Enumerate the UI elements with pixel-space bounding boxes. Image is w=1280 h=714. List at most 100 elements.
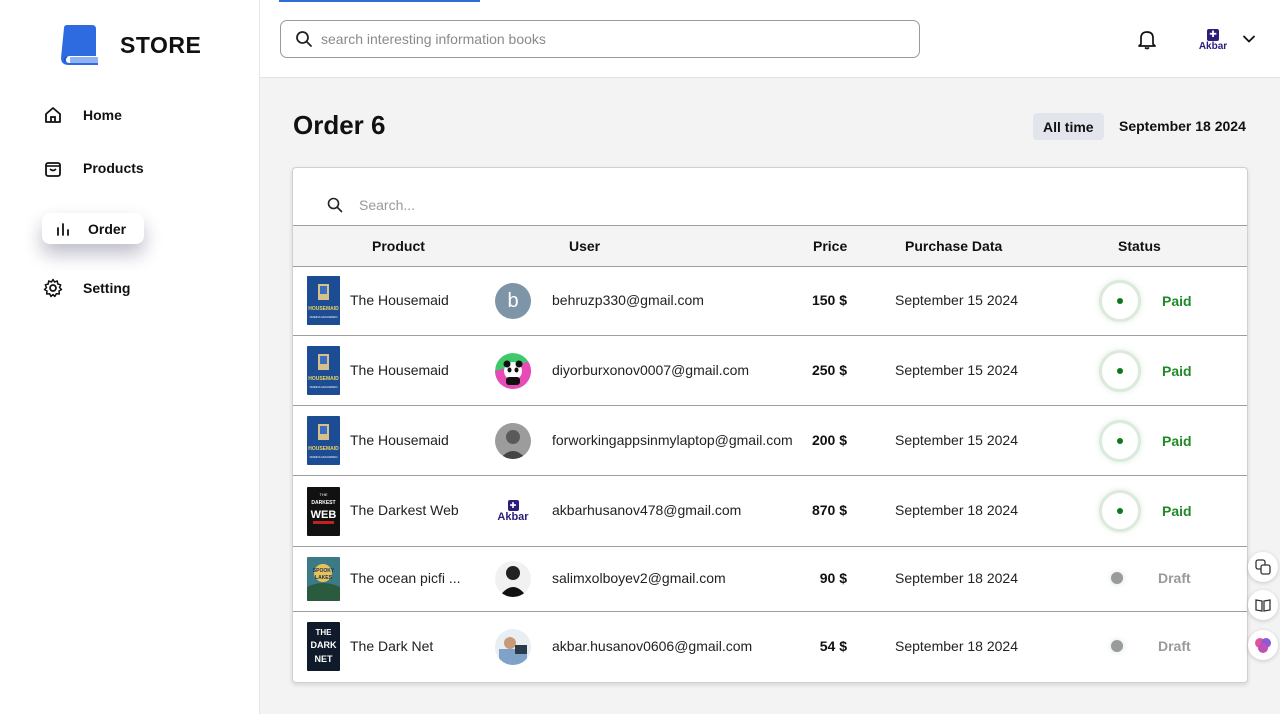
cover-text: HOUSEMAID <box>308 376 339 382</box>
status-dot <box>1117 298 1123 304</box>
column-header-user[interactable]: User <box>569 238 600 254</box>
user-email: diyorburxonov0007@gmail.com <box>552 362 750 378</box>
cover-text: DARKEST <box>311 500 335 506</box>
table-row[interactable]: SPOOKY LAKES The ocean picfi ... salimxol… <box>293 547 1247 612</box>
user-avatar: b <box>495 283 531 319</box>
cover-text: THE <box>320 492 328 497</box>
purchase-date: September 15 2024 <box>895 432 1018 448</box>
column-header-price[interactable]: Price <box>813 238 847 254</box>
column-header-product[interactable]: Product <box>372 238 425 254</box>
translate-icon[interactable] <box>1248 552 1278 582</box>
user-avatar-photo <box>495 629 531 665</box>
cover-text: NET <box>315 654 334 664</box>
table-row[interactable]: THE DARKEST WEB The Darkest Web ✚ Akbar ak… <box>293 476 1247 547</box>
sidebar-item-order[interactable]: Order <box>42 213 144 244</box>
status-dot <box>1117 508 1123 514</box>
topbar: ✚ Akbar <box>260 0 1280 78</box>
current-date: September 18 2024 <box>1119 118 1246 134</box>
page-title: Order 6 <box>293 110 386 140</box>
cover-text: FREIDA McFADDEN <box>310 315 338 319</box>
table-header: Product User Price Purchase Data Status <box>293 225 1247 267</box>
bell-icon[interactable] <box>1136 28 1158 50</box>
product-name: The ocean picfi ... <box>350 570 461 586</box>
account-avatar[interactable]: ✚ Akbar <box>1195 22 1231 58</box>
user-email: behruzp330@gmail.com <box>552 292 704 308</box>
price: 200 $ <box>811 432 847 448</box>
status-ring <box>1099 350 1141 392</box>
user-email: akbar.husanov0606@gmail.com <box>552 638 753 654</box>
cover-text: SPOOKY <box>313 568 335 574</box>
book-cover-dark-net: THE DARK NET <box>307 622 340 671</box>
status-label: Paid <box>1162 293 1192 309</box>
cover-text: HOUSEMAID <box>308 446 339 452</box>
global-search[interactable] <box>280 20 920 58</box>
book-cover-darkest-web: THE DARKEST WEB <box>307 487 340 536</box>
table-row[interactable]: THE DARK NET The Dark Net akbar.husanov060… <box>293 612 1247 682</box>
column-header-purchase-data[interactable]: Purchase Data <box>905 238 1002 254</box>
brand-name: STORE <box>120 31 202 58</box>
cover-text: THE <box>316 628 333 637</box>
purchase-date: September 15 2024 <box>895 362 1018 378</box>
product-name: The Housemaid <box>350 432 449 448</box>
status-label: Paid <box>1162 433 1192 449</box>
price: 90 $ <box>819 570 847 586</box>
search-icon <box>327 197 343 213</box>
sidebar-item-label: Setting <box>83 280 131 296</box>
bar-chart-icon <box>52 218 74 240</box>
book-cover-housemaid: HOUSEMAID FREIDA McFADDEN <box>307 416 340 465</box>
book-cover-housemaid: HOUSEMAID FREIDA McFADDEN <box>307 276 340 325</box>
price: 250 $ <box>811 362 847 378</box>
table-search-input[interactable] <box>359 197 759 213</box>
cover-text: DARK <box>311 640 337 650</box>
status-badge: Draft <box>1099 570 1191 586</box>
table-row[interactable]: HOUSEMAID FREIDA McFADDEN The Housemaid d… <box>293 336 1247 406</box>
user-email: akbarhusanov478@gmail.com <box>552 502 742 518</box>
price: 150 $ <box>811 292 847 308</box>
status-dot <box>1117 438 1123 444</box>
reader-book-icon[interactable] <box>1248 590 1278 620</box>
table-row[interactable]: HOUSEMAID FREIDA McFADDEN The Housemaid f… <box>293 406 1247 476</box>
status-label: Paid <box>1162 363 1192 379</box>
price: 870 $ <box>811 502 847 518</box>
sidebar: STORE Home Products Order Setting <box>0 0 260 714</box>
product-name: The Housemaid <box>350 292 449 308</box>
purchase-date: September 15 2024 <box>895 292 1018 308</box>
brand[interactable]: STORE <box>58 24 201 66</box>
sidebar-item-label: Products <box>83 160 144 176</box>
product-name: The Housemaid <box>350 362 449 378</box>
sidebar-item-label: Home <box>83 107 122 123</box>
status-label: Paid <box>1162 503 1192 519</box>
purchase-date: September 18 2024 <box>895 638 1018 654</box>
user-avatar-photo <box>495 561 531 597</box>
cover-text: WEB <box>311 509 337 521</box>
all-time-filter-button[interactable]: All time <box>1033 113 1104 140</box>
user-avatar-akbar: ✚ Akbar <box>495 493 531 529</box>
chevron-down-icon[interactable] <box>1242 32 1256 46</box>
book-cover-spooky-lakes: SPOOKY LAKES <box>307 557 340 601</box>
sidebar-item-products[interactable]: Products <box>42 157 144 179</box>
table-search[interactable] <box>293 168 1247 226</box>
book-logo-icon <box>61 25 98 65</box>
search-input[interactable] <box>321 31 881 47</box>
loading-accent-bar <box>279 0 480 2</box>
akbar-logo-icon: ✚ <box>1207 28 1219 41</box>
user-avatar-panda <box>495 353 531 389</box>
status-ring <box>1099 420 1141 462</box>
shopping-bag-icon <box>42 157 64 179</box>
avatar-logo-text: Akbar <box>1198 40 1228 52</box>
sidebar-item-setting[interactable]: Setting <box>42 277 130 299</box>
home-icon <box>42 104 64 126</box>
cover-text: LAKES <box>315 575 333 581</box>
gear-icon <box>42 277 64 299</box>
status-badge: Draft <box>1099 638 1191 654</box>
sidebar-item-home[interactable]: Home <box>42 104 122 126</box>
book-cover-housemaid: HOUSEMAID FREIDA McFADDEN <box>307 346 340 395</box>
orders-table-card: Product User Price Purchase Data Status … <box>292 167 1248 683</box>
status-badge: Paid <box>1099 490 1192 532</box>
cover-text: FREIDA McFADDEN <box>310 385 338 389</box>
brain-ai-icon[interactable] <box>1248 630 1278 660</box>
column-header-status[interactable]: Status <box>1118 238 1161 254</box>
status-dot <box>1117 368 1123 374</box>
status-badge: Paid <box>1099 280 1192 322</box>
table-row[interactable]: HOUSEMAID FREIDA McFADDEN The Housemaid b… <box>293 266 1247 336</box>
